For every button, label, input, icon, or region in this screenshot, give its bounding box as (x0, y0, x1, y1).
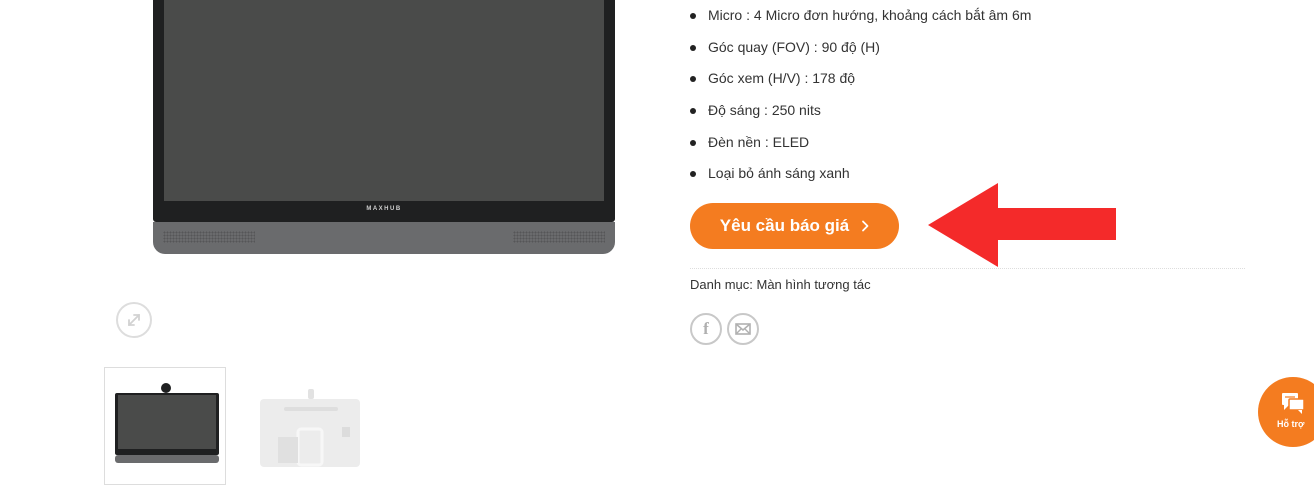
spec-text: Đèn nền : ELED (708, 133, 810, 150)
facebook-icon: f (703, 319, 709, 338)
spec-text: Micro : 4 Micro đơn hướng, khoảng cách b… (708, 7, 1032, 23)
bullet-icon (690, 13, 696, 19)
chevron-right-icon (862, 220, 869, 232)
category-label: Danh mục: (690, 277, 753, 292)
monitor-speaker-bar (153, 222, 615, 254)
annotation-arrow-icon (928, 183, 1116, 267)
bullet-icon (690, 44, 696, 51)
monitor-bezel: MAXHUB (153, 0, 615, 222)
share-facebook-button[interactable]: f (690, 313, 722, 345)
request-quote-label: Yêu cầu báo giá (719, 216, 850, 235)
share-email-button[interactable] (727, 313, 759, 345)
product-category: Danh mục: Màn hình tương tác (690, 277, 871, 292)
divider (690, 268, 1245, 269)
spec-text: Góc xem (H/V) : 178 độ (708, 70, 856, 87)
bullet-icon (690, 171, 696, 178)
support-chat-button[interactable]: Hỗ trợ (1258, 377, 1314, 447)
chat-icon (1282, 393, 1305, 414)
spec-item: Góc quay (FOV) : 90 độ (H) (690, 32, 1031, 64)
thumbnail-back-view[interactable] (244, 367, 366, 485)
bullet-icon (690, 108, 696, 115)
thumbnail-back-image (260, 389, 360, 467)
thumbnail-front-view[interactable] (104, 367, 226, 485)
spec-text: Loại bỏ ánh sáng xanh (708, 165, 850, 182)
speaker-grille-left (163, 231, 255, 243)
request-quote-button[interactable]: Yêu cầu báo giá (690, 203, 899, 249)
spec-item: Đèn nền : ELED (690, 127, 1031, 159)
spec-item: Micro : 4 Micro đơn hướng, khoảng cách b… (690, 0, 1031, 32)
zoom-button[interactable] (116, 302, 152, 338)
bullet-icon (690, 139, 696, 146)
bullet-icon (690, 76, 696, 83)
product-main-image[interactable]: MAXHUB (153, 0, 615, 254)
brand-logo: MAXHUB (366, 206, 402, 212)
envelope-icon (735, 323, 751, 335)
expand-icon (128, 314, 140, 326)
spec-text: Góc quay (FOV) : 90 độ (H) (708, 38, 880, 55)
category-link[interactable]: Màn hình tương tác (757, 277, 871, 292)
spec-text: Độ sáng : 250 nits (708, 102, 821, 119)
speaker-grille-right (513, 231, 605, 243)
monitor-screen (164, 0, 604, 201)
spec-item: Góc xem (H/V) : 178 độ (690, 63, 1031, 95)
support-label: Hỗ trợ (1277, 419, 1305, 429)
spec-item: Độ sáng : 250 nits (690, 95, 1031, 127)
spec-list: Micro : 4 Micro đơn hướng, khoảng cách b… (690, 0, 1031, 190)
thumbnail-front-image (115, 383, 219, 463)
